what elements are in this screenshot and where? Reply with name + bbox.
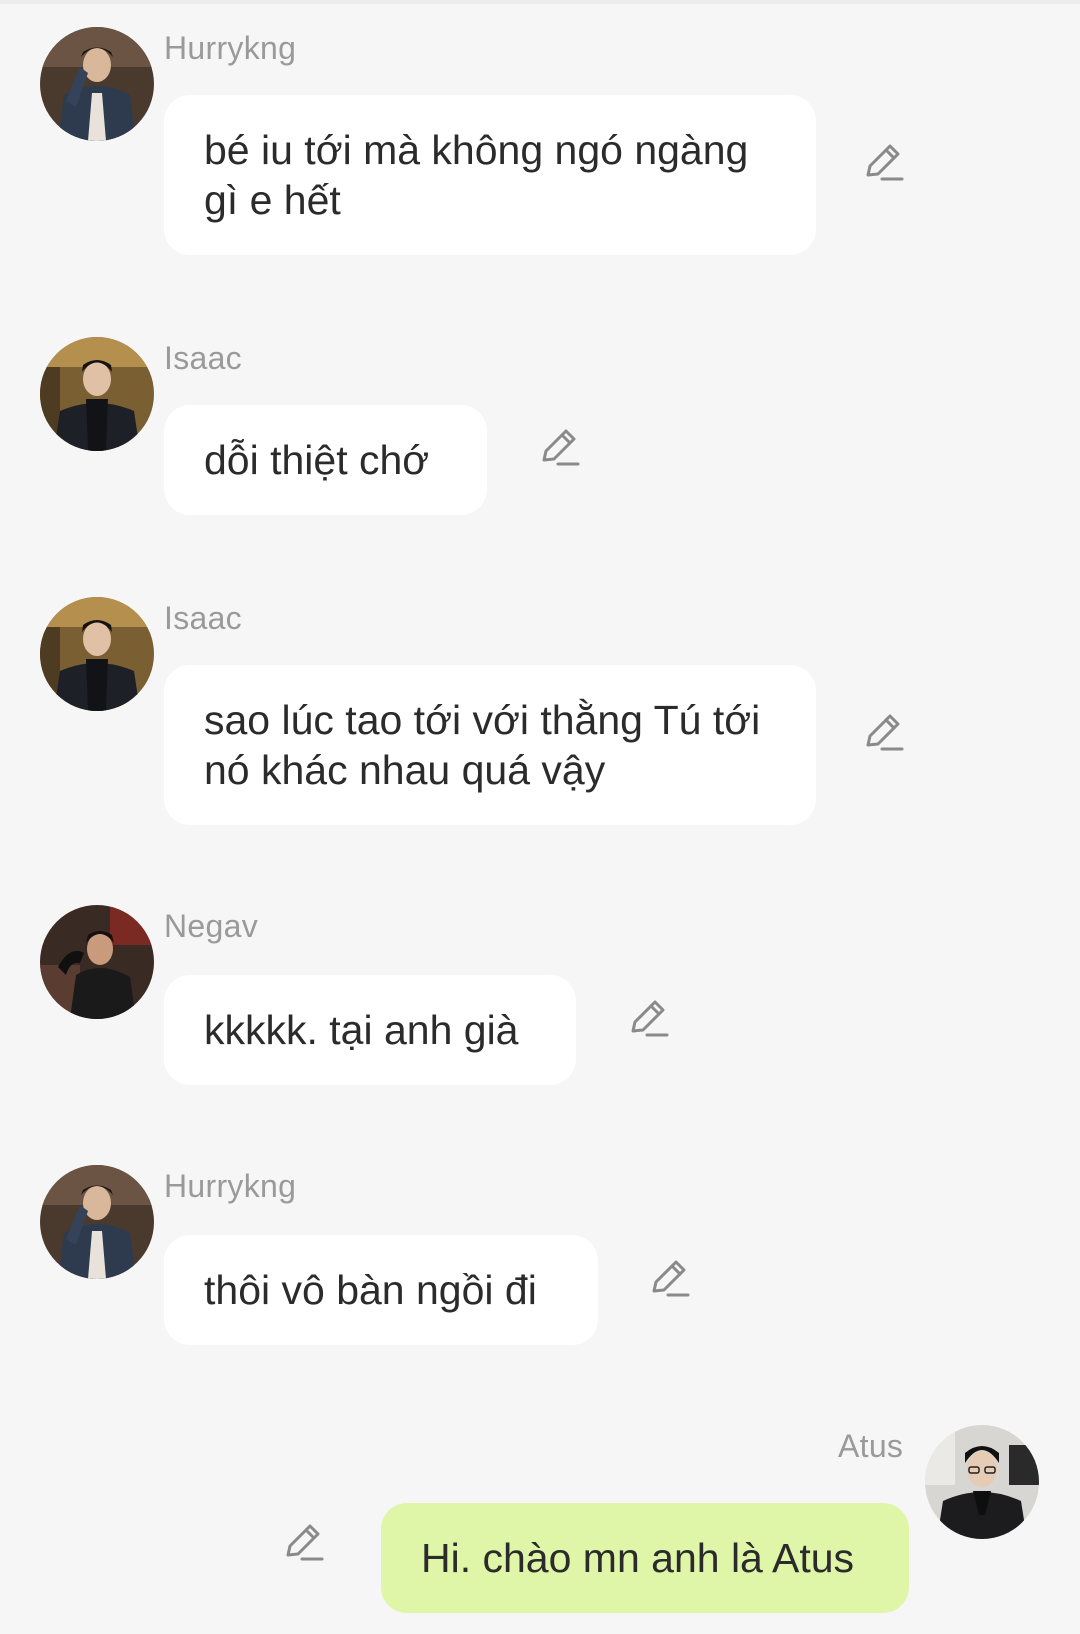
message-line: sao lúc tao tới với thằng Tú tới bbox=[204, 697, 761, 743]
avatar-negav[interactable] bbox=[40, 905, 154, 1019]
message-line: nó khác nhau quá vậy bbox=[204, 747, 606, 793]
message-line: dỗi thiệt chớ bbox=[204, 437, 430, 483]
sender-name: Isaac bbox=[164, 340, 242, 376]
avatar-isaac[interactable] bbox=[40, 337, 154, 451]
avatar-hurrykng[interactable] bbox=[40, 27, 154, 141]
message-line: thôi vô bàn ngồi đi bbox=[204, 1267, 537, 1313]
message-bubble[interactable]: kkkkk. tại anh già bbox=[164, 975, 576, 1085]
message-bubble[interactable]: thôi vô bàn ngồi đi bbox=[164, 1235, 598, 1345]
message-line: kkkkk. tại anh già bbox=[204, 1007, 519, 1053]
pencil-edit-icon[interactable] bbox=[648, 1256, 692, 1300]
message-line: bé iu tới mà không ngó ngàng bbox=[204, 127, 749, 173]
top-divider bbox=[0, 0, 1080, 4]
message-bubble-outgoing[interactable]: Hi. chào mn anh là Atus bbox=[381, 1503, 909, 1613]
message-bubble[interactable]: bé iu tới mà không ngó ngàng gì e hết bbox=[164, 95, 816, 255]
message-line: gì e hết bbox=[204, 177, 341, 223]
sender-name: Atus bbox=[838, 1428, 904, 1464]
sender-name: Hurrykng bbox=[164, 30, 297, 66]
message-bubble[interactable]: dỗi thiệt chớ bbox=[164, 405, 487, 515]
message-bubble[interactable]: sao lúc tao tới với thằng Tú tới nó khác… bbox=[164, 665, 816, 825]
pencil-edit-icon[interactable] bbox=[862, 710, 906, 754]
avatar-hurrykng[interactable] bbox=[40, 1165, 154, 1279]
sender-name: Hurrykng bbox=[164, 1168, 297, 1204]
sender-name: Isaac bbox=[164, 600, 242, 636]
sender-name: Negav bbox=[164, 908, 258, 944]
pencil-edit-icon[interactable] bbox=[282, 1520, 326, 1564]
pencil-edit-icon[interactable] bbox=[627, 996, 671, 1040]
avatar-isaac[interactable] bbox=[40, 597, 154, 711]
pencil-edit-icon[interactable] bbox=[538, 425, 582, 469]
avatar-atus[interactable] bbox=[925, 1425, 1039, 1539]
message-line: Hi. chào mn anh là Atus bbox=[421, 1535, 855, 1581]
pencil-edit-icon[interactable] bbox=[862, 140, 906, 184]
